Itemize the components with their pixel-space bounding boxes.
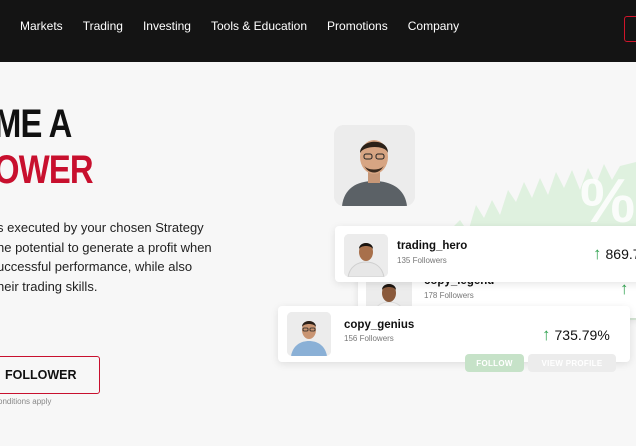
trader-avatar [287,312,331,356]
hero-description: s executed by your chosen Strategy he po… [0,218,237,296]
trader-followers: 135 Followers [397,256,447,265]
nav-item-investing[interactable]: Investing [143,19,191,33]
person-photo-icon [334,125,415,206]
trader-avatar [344,234,388,277]
trader-return: ↑ 869.7 [593,245,636,262]
hero-description-line: heir trading skills. [0,278,98,294]
arrow-up-icon: ↑ [593,244,602,263]
trader-followers: 178 Followers [424,291,474,300]
nav-item-promotions[interactable]: Promotions [327,19,388,33]
hero-description-line: he potential to generate a profit when [0,239,212,255]
nav-item-tools-education[interactable]: Tools & Education [211,19,307,33]
nav-item-trading[interactable]: Trading [83,19,123,33]
follow-button[interactable]: FOLLOW [465,354,524,372]
featured-trader-avatar [334,125,415,206]
trader-card[interactable]: trading_hero 135 Followers ↑ 869.7 [335,226,636,282]
hero-description-line: uccessful performance, while also [0,259,193,274]
trader-return-value: 869.7 [605,245,636,262]
trader-return-value: 735.79% [554,326,610,343]
person-photo-icon [344,234,388,277]
nav-item-markets[interactable]: Markets [20,19,63,33]
arrow-up-icon: ↑ [620,279,629,298]
trader-return: ↑ [620,280,633,297]
terms-note: onditions apply [0,397,52,406]
nav-cta-button-edge[interactable] [624,16,636,42]
hero-title-line-1: ME A [0,102,72,146]
top-navigation-bar: Markets Trading Investing Tools & Educat… [0,0,636,62]
hero-description-line: s executed by your chosen Strategy [0,220,204,235]
trader-name: trading_hero [397,240,468,252]
nav-item-company[interactable]: Company [408,19,459,33]
hero-title-line-2: OWER [0,148,94,192]
person-photo-icon [287,312,331,356]
trader-return: ↑ 735.79% [542,326,610,343]
main-nav: Markets Trading Investing Tools & Educat… [20,19,459,33]
become-follower-button[interactable]: FOLLOWER [0,356,100,394]
trader-followers: 156 Followers [344,334,394,343]
trader-name: copy_genius [344,319,415,331]
view-profile-button[interactable]: VIEW PROFILE [528,354,616,372]
arrow-up-icon: ↑ [542,325,551,344]
